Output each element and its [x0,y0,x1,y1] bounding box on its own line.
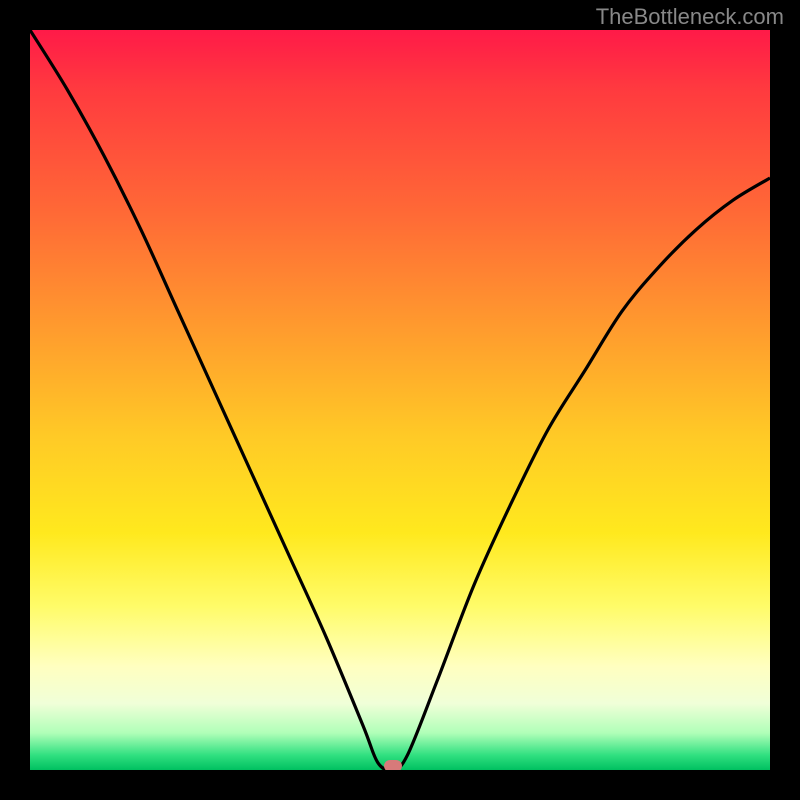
optimum-marker [384,760,402,770]
bottleneck-curve [30,30,770,770]
watermark-text: TheBottleneck.com [596,4,784,30]
plot-area [30,30,770,770]
